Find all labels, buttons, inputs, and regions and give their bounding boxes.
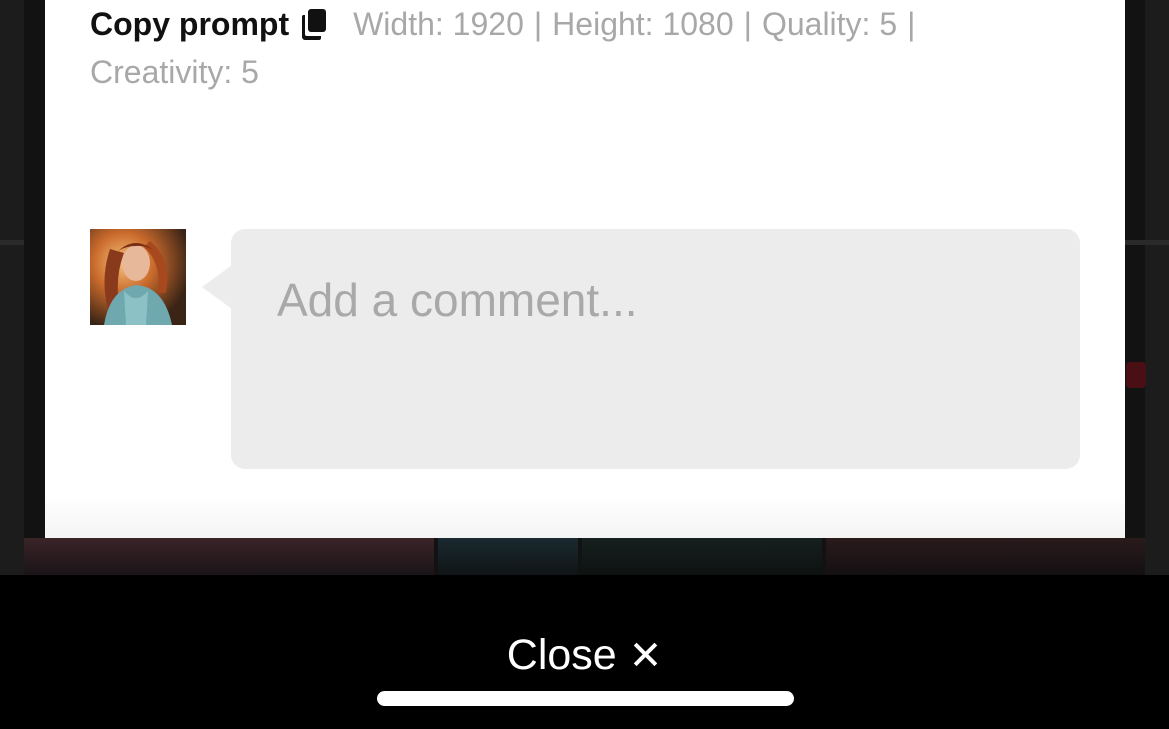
copy-prompt-button[interactable]: Copy prompt [90, 0, 329, 48]
image-detail-modal: Copy prompt Width: 1920 | Height: 1080 | Qua… [45, 0, 1125, 538]
bottom-sheet-bar: Close ✕ [0, 575, 1169, 729]
avatar-image [90, 229, 186, 325]
comment-input[interactable] [231, 229, 1080, 469]
copy-icon [302, 9, 327, 40]
width-value: Width: 1920 [353, 6, 524, 42]
screen: Copy prompt Width: 1920 | Height: 1080 | Qua… [0, 0, 1169, 729]
background-thumbnail-fragment [1126, 362, 1146, 388]
avatar[interactable] [90, 229, 186, 325]
background-column-right [1145, 0, 1169, 575]
background-thumbnail[interactable] [582, 538, 822, 575]
background-thumbnail[interactable] [826, 538, 1145, 575]
home-indicator[interactable] [377, 691, 794, 706]
background-column-left [0, 0, 24, 575]
background-thumbnail[interactable] [438, 538, 578, 575]
close-label: Close [506, 631, 617, 679]
comment-bubble-tail [202, 265, 232, 309]
height-value: Height: 1080 [552, 6, 734, 42]
quality-value: Quality: 5 [761, 6, 898, 42]
separator: | [907, 6, 916, 42]
close-icon: ✕ [628, 634, 663, 678]
creativity-value: Creativity: 5 [90, 54, 259, 90]
background-divider [0, 240, 24, 245]
separator: | [743, 6, 752, 42]
background-divider [1125, 240, 1169, 245]
close-button[interactable]: Close ✕ [0, 630, 1169, 681]
separator: | [533, 6, 543, 42]
background-thumbnail[interactable] [24, 538, 434, 575]
prompt-metadata: Copy prompt Width: 1920 | Height: 1080 | Qua… [90, 0, 1050, 96]
copy-prompt-label: Copy prompt [90, 6, 290, 42]
